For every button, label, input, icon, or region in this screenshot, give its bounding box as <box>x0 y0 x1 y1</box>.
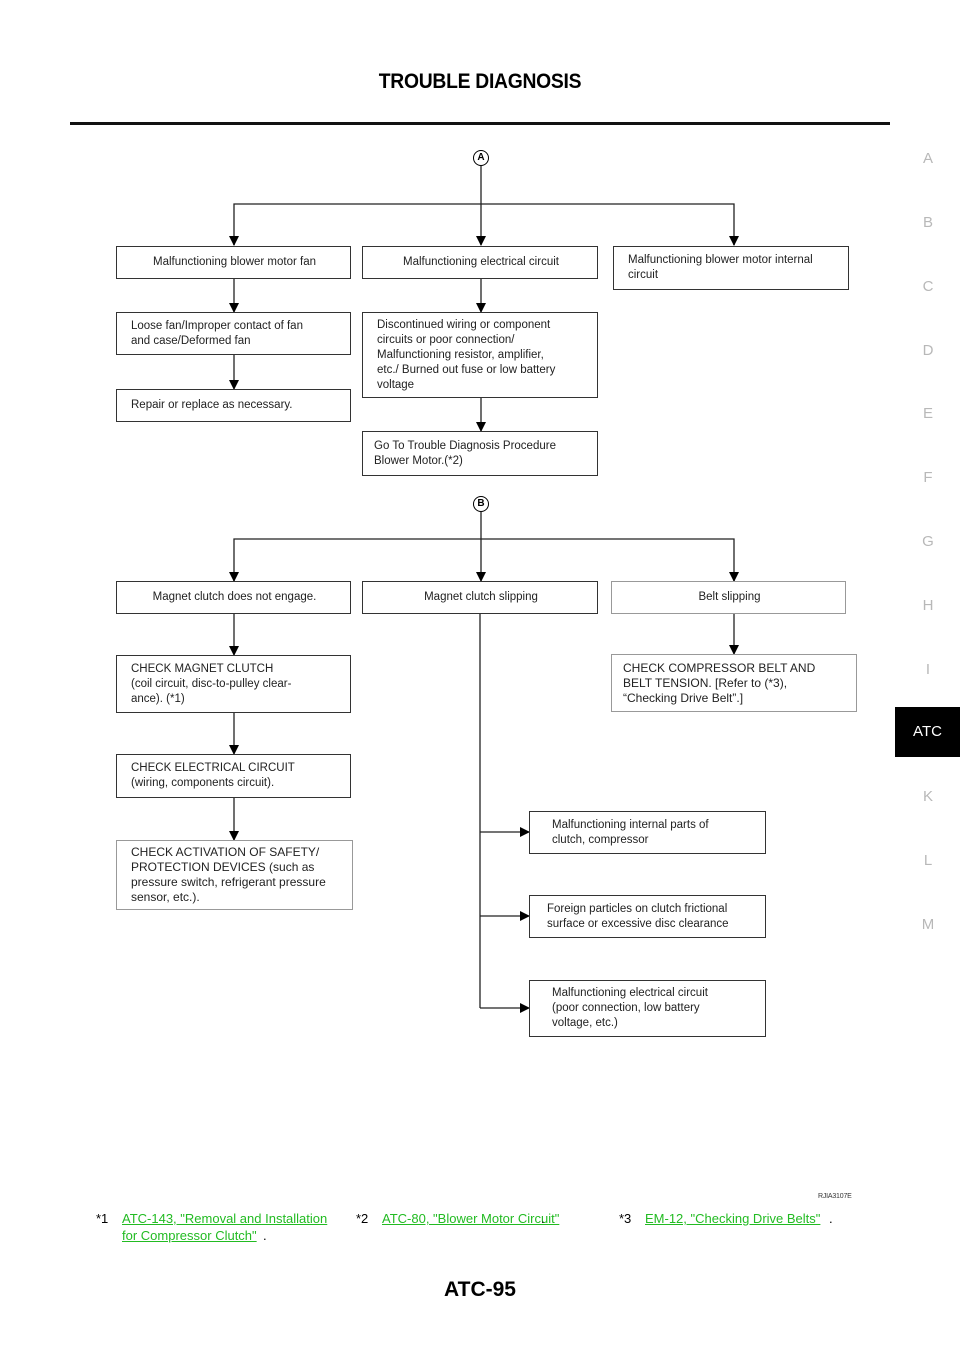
footnote-link-atc-143[interactable]: ATC-143, "Removal and Installation for C… <box>122 1210 327 1244</box>
footnote-link-atc-80[interactable]: ATC-80, "Blower Motor Circuit" <box>382 1210 559 1227</box>
clutch-slipping-box: Magnet clutch slipping <box>362 581 598 614</box>
check-magnet-clutch-box: CHECK MAGNET CLUTCH (coil circuit, disc-… <box>116 655 351 713</box>
footnote-marker: *2 <box>356 1211 369 1226</box>
connector-b-symbol: B <box>473 496 489 512</box>
box-text: Belt slipping <box>698 591 761 603</box>
connector-a-symbol: A <box>473 150 489 166</box>
electrical-symptom-box: Malfunctioning electrical circuit <box>362 246 598 279</box>
electrical-cause-box: Discontinued wiring or component circuit… <box>362 312 598 398</box>
repair-replace-box: Repair or replace as necessary. <box>116 389 351 422</box>
blower-fan-symptom-box: Malfunctioning blower motor fan <box>116 246 351 279</box>
box-text: Discontinued wiring or component circuit… <box>377 318 556 391</box>
box-text: Loose fan/Improper contact of fan and ca… <box>131 319 303 347</box>
box-text: Magnet clutch slipping <box>424 591 538 603</box>
belt-slipping-box: Belt slipping <box>611 581 846 614</box>
box-text: CHECK ACTIVATION OF SAFETY/ PROTECTION D… <box>131 845 326 904</box>
box-text: Magnet clutch does not engage. <box>152 591 317 603</box>
foreign-particles-cause-box: Foreign particles on clutch frictional s… <box>529 895 766 938</box>
internal-parts-cause-box: Malfunctioning internal parts of clutch,… <box>529 811 766 854</box>
footnote-marker: *1 <box>96 1211 109 1226</box>
box-text: Go To Trouble Diagnosis Procedure Blower… <box>374 439 556 467</box>
footnote-period: . <box>829 1211 833 1226</box>
box-text: Foreign particles on clutch frictional s… <box>547 902 729 930</box>
page-number: ATC-95 <box>444 1278 516 1301</box>
connector-a-branches <box>233 203 735 245</box>
footnote-period: . <box>263 1228 267 1243</box>
box-text: Repair or replace as necessary. <box>131 399 293 411</box>
footnote-link-em-12[interactable]: EM-12, "Checking Drive Belts" <box>645 1210 820 1227</box>
box-text: Malfunctioning internal parts of clutch,… <box>552 818 709 846</box>
box-text: CHECK MAGNET CLUTCH (coil circuit, disc-… <box>131 662 292 705</box>
footnote-period: . <box>541 1211 545 1226</box>
check-compressor-belt-box: CHECK COMPRESSOR BELT AND BELT TENSION. … <box>611 654 857 712</box>
internal-circuit-symptom-box: Malfunctioning blower motor internal cir… <box>613 246 849 290</box>
box-text: Malfunctioning blower motor internal cir… <box>628 254 813 281</box>
go-to-procedure-box: Go To Trouble Diagnosis Procedure Blower… <box>362 431 598 476</box>
check-safety-devices-box: CHECK ACTIVATION OF SAFETY/ PROTECTION D… <box>116 840 353 910</box>
box-text: Malfunctioning electrical circuit (poor … <box>552 987 708 1029</box>
box-text: Malfunctioning blower motor fan <box>153 256 316 268</box>
check-electrical-circuit-box: CHECK ELECTRICAL CIRCUIT (wiring, compon… <box>116 754 351 798</box>
figure-code: RJIA3107E <box>818 1193 852 1200</box>
box-text: Malfunctioning electrical circuit <box>403 256 559 268</box>
box-text: CHECK COMPRESSOR BELT AND BELT TENSION. … <box>623 660 816 705</box>
clutch-not-engage-box: Magnet clutch does not engage. <box>116 581 351 614</box>
blower-fan-cause-box: Loose fan/Improper contact of fan and ca… <box>116 312 351 355</box>
electrical-circuit-cause-box: Malfunctioning electrical circuit (poor … <box>529 980 766 1037</box>
connector-b-branches <box>233 538 735 581</box>
footnote-marker: *3 <box>619 1211 632 1226</box>
box-text: CHECK ELECTRICAL CIRCUIT (wiring, compon… <box>131 762 295 789</box>
